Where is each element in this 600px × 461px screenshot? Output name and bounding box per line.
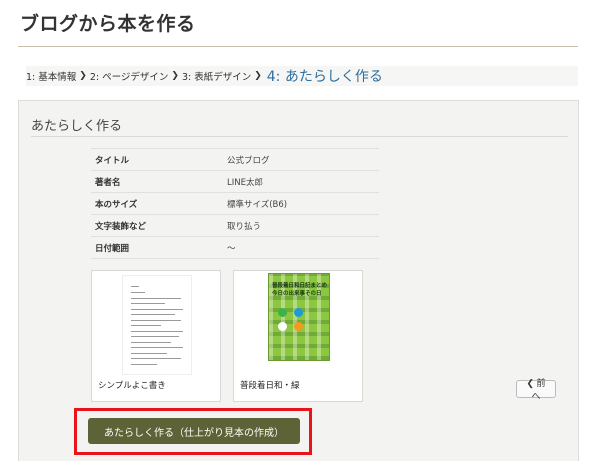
breadcrumb-current-step: 4: あたらしく作る [266, 69, 383, 85]
cover-title-text: 普段着日和日記まとめ [272, 283, 328, 289]
page-title: ブログから本を作る [20, 13, 196, 35]
card-label: シンプルよこ書き [98, 381, 166, 391]
panel-title: あたらしく作る [31, 119, 123, 134]
info-value: 公式ブログ [227, 155, 270, 166]
circle-icon [278, 308, 287, 317]
chevron-right-icon: ❯ [171, 71, 179, 81]
circle-icon [278, 322, 287, 331]
info-label: 文字装飾など [95, 221, 147, 232]
title-divider [18, 46, 578, 47]
info-label: 著者名 [95, 177, 121, 188]
table-row: 日付範囲 ～ [91, 237, 379, 259]
table-row: 文字装飾など 取り払う [91, 215, 379, 237]
info-label: 日付範囲 [95, 243, 130, 254]
table-row: 本のサイズ 標準サイズ(B6) [91, 193, 379, 215]
info-label: 本のサイズ [95, 199, 138, 210]
chevron-right-icon: ❯ [254, 71, 262, 81]
breadcrumb: 1: 基本情報 ❯ 2: ページデザイン ❯ 3: 表紙デザイン ❯ 4: あた… [26, 66, 578, 86]
chevron-right-icon: ❯ [79, 71, 87, 81]
create-book-button[interactable]: あたらしく作る（仕上がり見本の作成） [88, 418, 300, 444]
info-value: 標準サイズ(B6) [227, 199, 288, 210]
info-label: タイトル [95, 155, 130, 166]
create-panel: あたらしく作る タイトル 公式ブログ 著者名 LINE太郎 本のサイズ 標準サイ… [18, 100, 579, 461]
cover-subtitle-text: 今日の出来事その日 [272, 291, 322, 297]
info-value: ～ [227, 243, 236, 254]
breadcrumb-step-basic-info[interactable]: 1: 基本情報 [26, 69, 76, 83]
circle-icon [294, 308, 303, 317]
info-value: LINE太郎 [227, 177, 263, 188]
breadcrumb-step-cover-design[interactable]: 3: 表紙デザイン [182, 69, 251, 83]
cover-thumbnail: 普段着日和日記まとめ 今日の出来事その日 [268, 273, 330, 361]
table-row: タイトル 公式ブログ [91, 148, 379, 171]
page-design-card-simple[interactable]: シンプルよこ書き [91, 270, 221, 402]
book-info-table: タイトル 公式ブログ 著者名 LINE太郎 本のサイズ 標準サイズ(B6) 文字… [91, 148, 379, 259]
breadcrumb-step-page-design[interactable]: 2: ページデザイン [90, 69, 169, 83]
cover-design-card-green[interactable]: 普段着日和日記まとめ 今日の出来事その日 普段着日和・緑 [233, 270, 363, 402]
prev-button[interactable]: ❮ 前へ [516, 378, 556, 401]
card-label: 普段着日和・緑 [240, 381, 300, 391]
table-row: 著者名 LINE太郎 [91, 171, 379, 193]
page-design-thumbnail [122, 275, 192, 375]
info-value: 取り払う [227, 221, 262, 232]
panel-divider [31, 136, 568, 137]
circle-icon [294, 322, 303, 331]
